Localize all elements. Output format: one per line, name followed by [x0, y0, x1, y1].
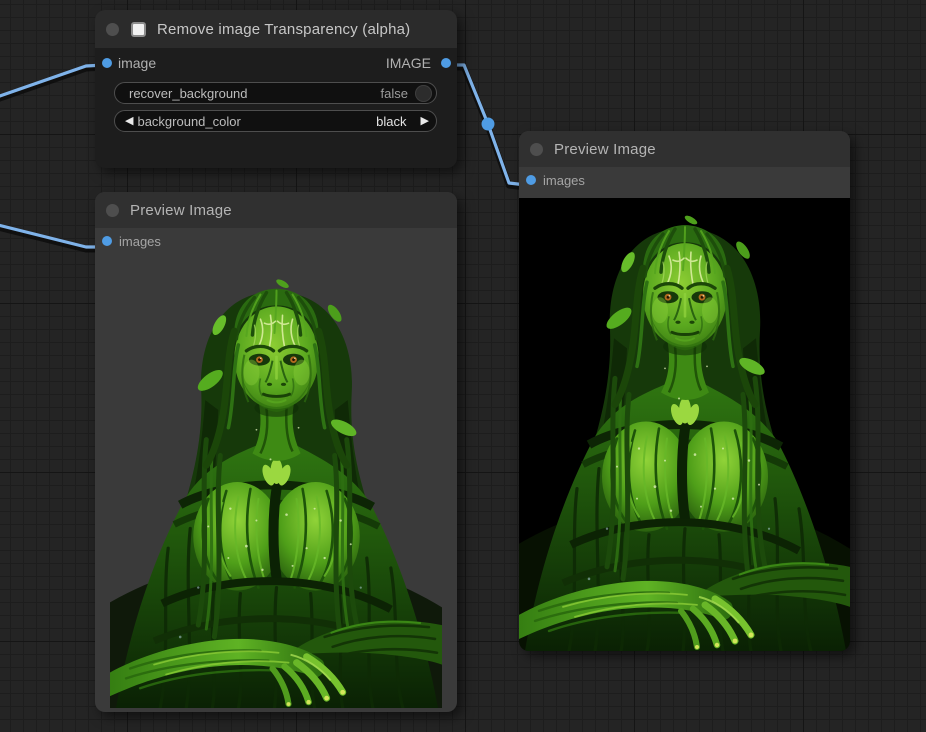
toggle-knob-icon[interactable]: [415, 85, 432, 102]
node-title: Remove image Transparency (alpha): [157, 21, 410, 38]
input-slot-label: images: [119, 234, 161, 249]
node-titlebar[interactable]: Remove image Transparency (alpha): [95, 10, 457, 48]
preview-image-black-bg: [519, 198, 850, 651]
widget-value: black: [376, 114, 406, 129]
collapse-dot-icon[interactable]: [106, 204, 119, 217]
widget-label: recover_background: [129, 86, 248, 101]
combo-right-arrow-icon[interactable]: ▶: [421, 116, 429, 127]
input-slot-label: images: [543, 173, 585, 188]
combo-left-arrow-icon[interactable]: ◀: [125, 116, 133, 127]
input-slot-label: image: [118, 55, 156, 71]
collapse-dot-icon[interactable]: [530, 143, 543, 156]
moss-woman-figure: [519, 198, 850, 651]
link-shadow: [0, 68, 105, 101]
output-slot-image[interactable]: [441, 58, 451, 68]
moss-woman-figure: [110, 262, 442, 708]
node-remove-transparency[interactable]: Remove image Transparency (alpha) image …: [95, 10, 457, 168]
node-preview-image-left[interactable]: Preview Image images: [95, 192, 457, 712]
node-titlebar[interactable]: Preview Image: [95, 192, 457, 228]
preview-image-transparent-bg: [110, 262, 442, 708]
node-graph-canvas[interactable]: Remove image Transparency (alpha) image …: [0, 0, 926, 732]
node-preview-image-right[interactable]: Preview Image images: [519, 131, 850, 651]
output-slot-label: IMAGE: [386, 55, 431, 71]
slot-row: images: [95, 228, 457, 254]
slot-row: image IMAGE: [95, 48, 457, 78]
input-slot-image[interactable]: [102, 58, 112, 68]
collapse-dot-icon[interactable]: [106, 23, 119, 36]
node-title: Preview Image: [130, 202, 232, 219]
node-titlebar[interactable]: Preview Image: [519, 131, 850, 167]
widget-label: background_color: [137, 114, 240, 129]
link-midpoint-dot[interactable]: [482, 118, 495, 131]
widget-value: false: [381, 86, 408, 101]
node-checkbox-icon[interactable]: [131, 22, 146, 37]
input-slot-images[interactable]: [526, 175, 536, 185]
widget-recover-background[interactable]: recover_background false: [114, 82, 437, 104]
slot-row: images: [519, 167, 850, 193]
node-title: Preview Image: [554, 141, 656, 158]
widget-background-color[interactable]: ◀ background_color black ▶: [114, 110, 437, 132]
input-slot-images[interactable]: [102, 236, 112, 246]
